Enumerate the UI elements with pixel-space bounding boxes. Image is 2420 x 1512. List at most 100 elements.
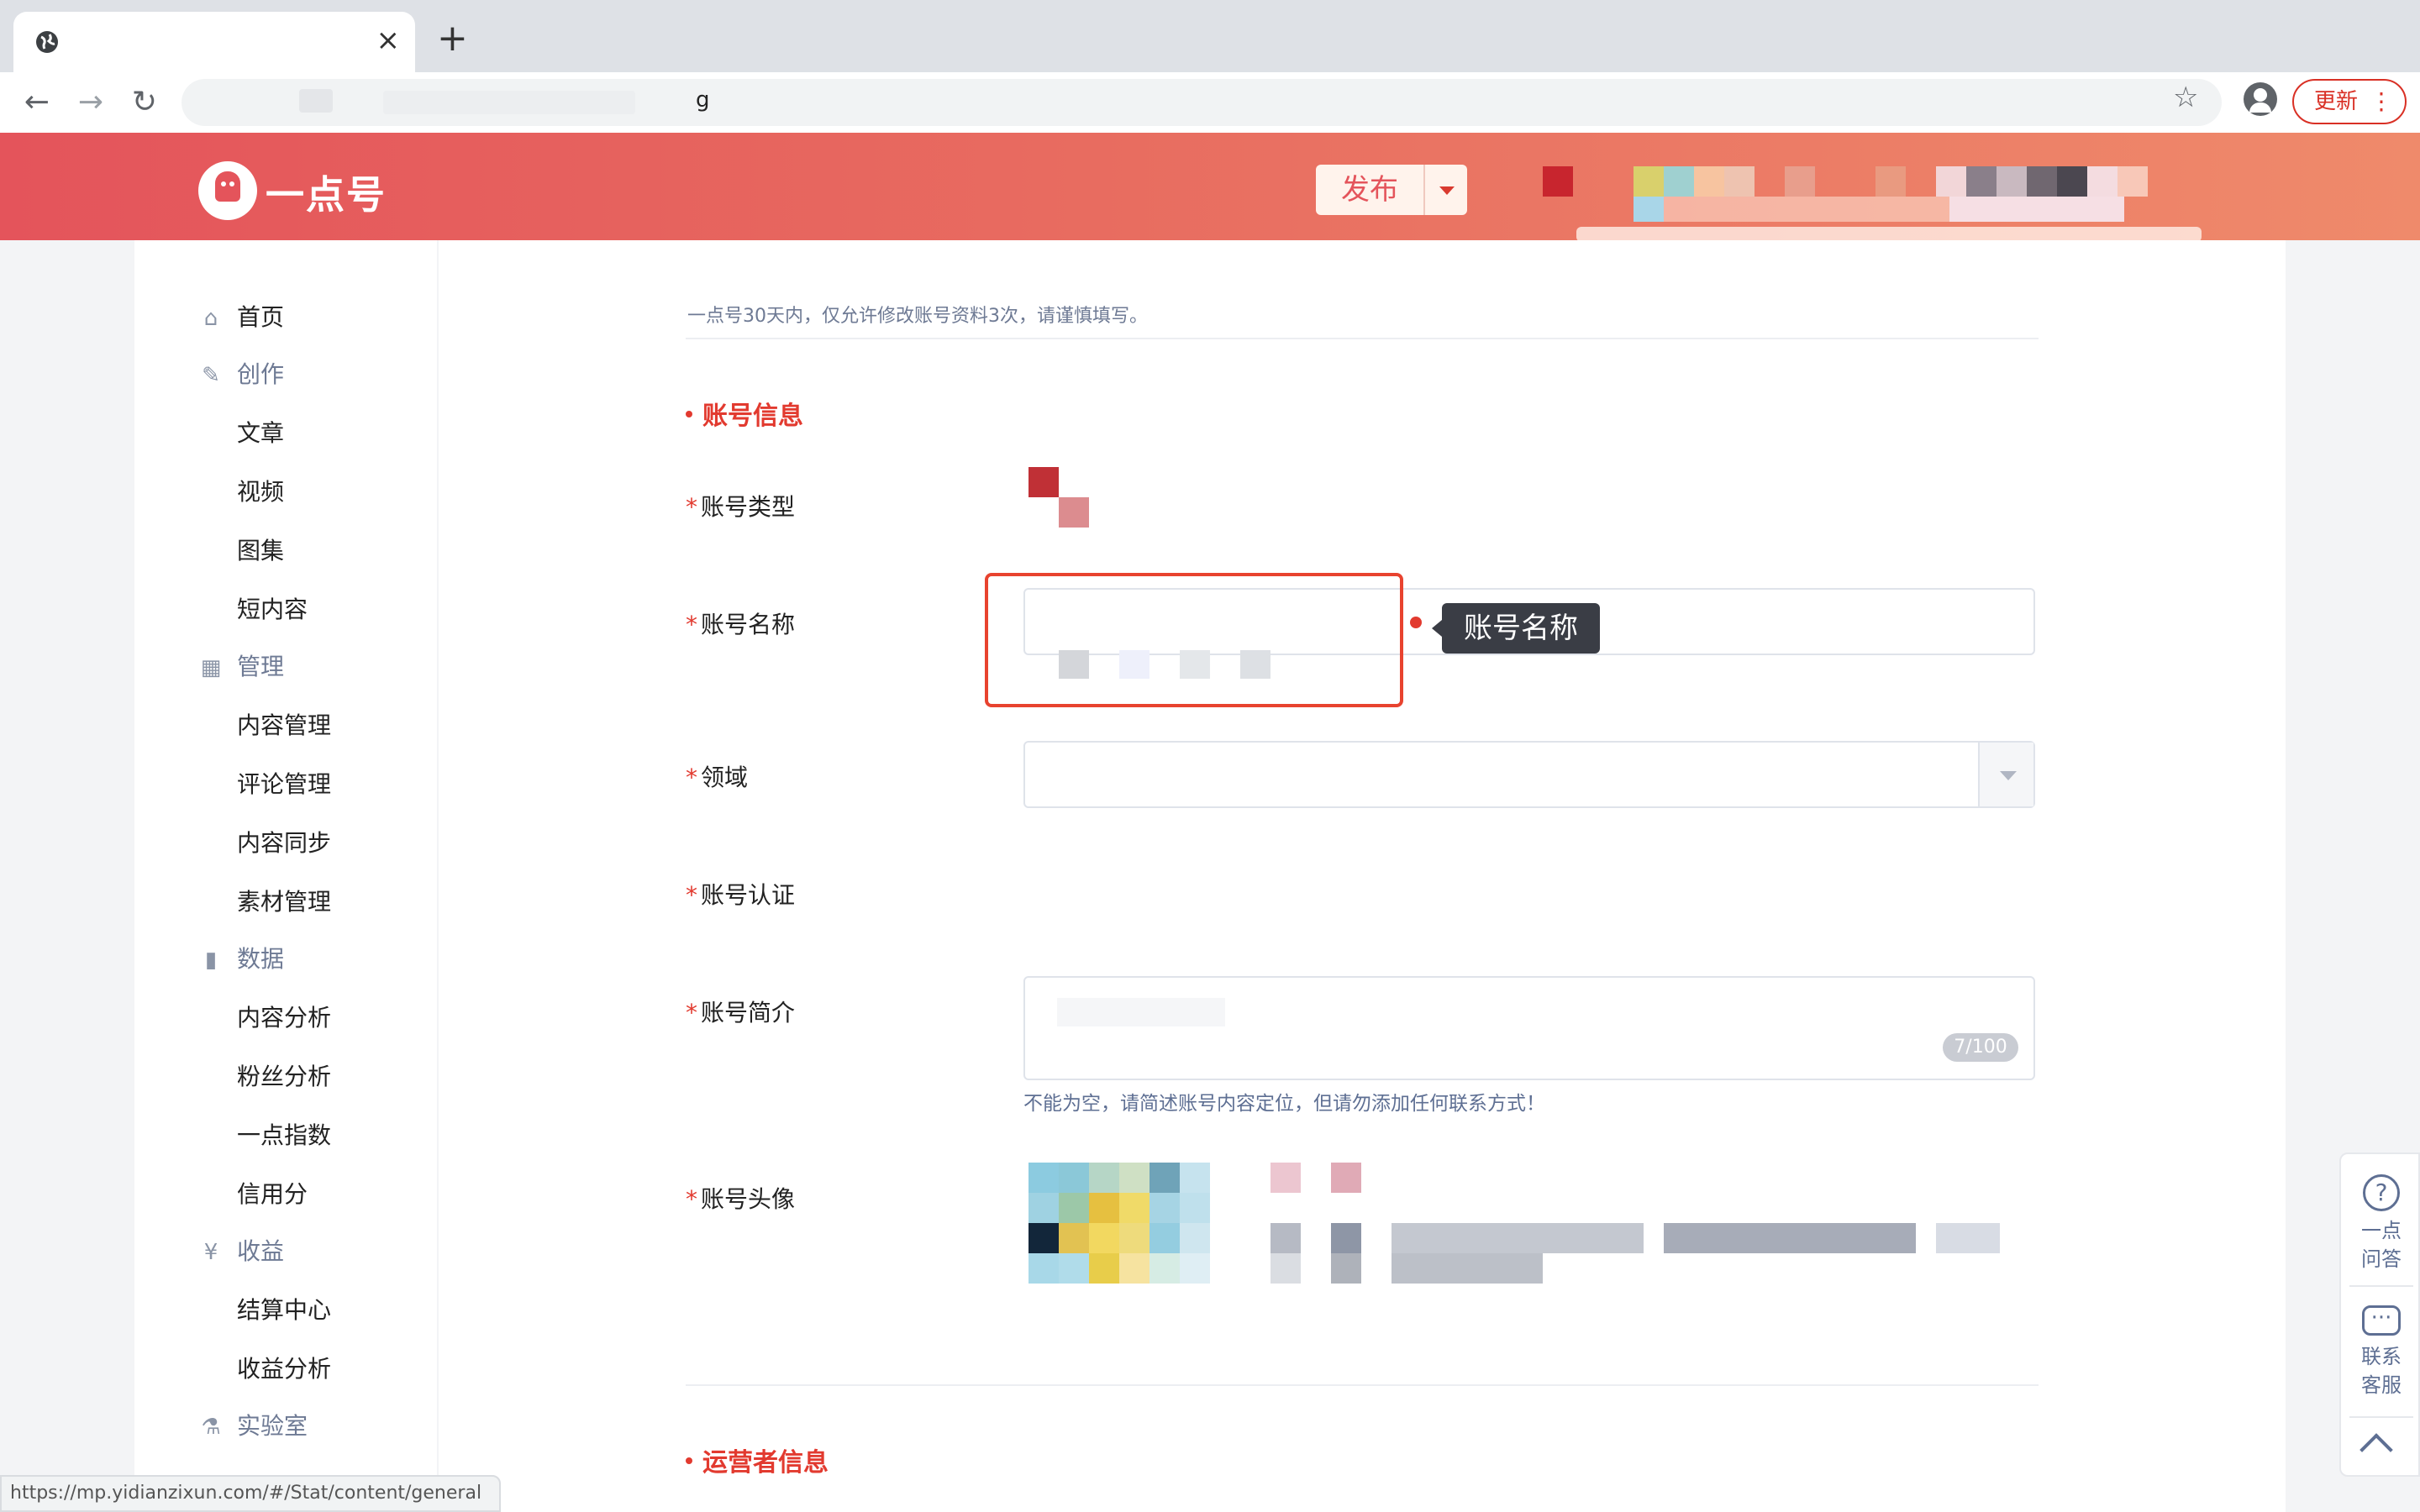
sidebar-item-label: 评论管理	[237, 770, 332, 798]
intro-hint-text: 不能为空，请简述账号内容定位，但请勿添加任何联系方式！	[1023, 1093, 1545, 1115]
intro-char-counter: 7/100	[1943, 1033, 2018, 1062]
dropdown-arrow-icon[interactable]	[1978, 743, 2033, 806]
blurred-user-avatar[interactable]	[1543, 166, 1573, 197]
logo-icon[interactable]	[198, 161, 257, 220]
qa-label-line2: 问答	[2361, 1247, 2402, 1271]
sidebar-item-label: 一点指数	[237, 1121, 332, 1149]
browser-tab[interactable]: ×	[13, 12, 415, 72]
customer-service-button[interactable]: ··· 联系 客服	[2341, 1305, 2420, 1399]
sidebar-item-index[interactable]: 一点指数	[134, 1119, 437, 1152]
blurred-user-info	[1694, 166, 1724, 197]
browser-update-button[interactable]: 更新 ⋮	[2292, 79, 2407, 124]
qa-button[interactable]: ? 一点 问答	[2341, 1174, 2420, 1273]
avatar-image[interactable]	[1028, 1163, 1244, 1284]
sidebar-item-manage[interactable]: ▦ 管理	[134, 650, 437, 684]
sidebar-item-content-sync[interactable]: 内容同步	[134, 827, 437, 860]
sidebar-item-article[interactable]: 文章	[134, 417, 437, 450]
logo-text[interactable]: 一点号	[266, 165, 387, 220]
label-account-name: * 账号名称	[686, 611, 796, 638]
sidebar-item-label: 实验室	[237, 1412, 308, 1440]
sidebar-item-label: 收益	[237, 1237, 285, 1265]
reload-icon[interactable]: ↻	[124, 82, 165, 123]
section-title-account-info: 账号信息	[686, 395, 803, 432]
blurred-user-info	[2027, 166, 2057, 197]
sidebar-item-revenue-analysis[interactable]: 收益分析	[134, 1352, 437, 1386]
publish-dropdown-arrow-icon[interactable]	[1423, 165, 1467, 215]
divider	[2349, 1416, 2413, 1418]
question-icon: ?	[2363, 1174, 2400, 1211]
publish-button[interactable]: 发布	[1316, 165, 1467, 215]
sidebar-item-material-manage[interactable]: 素材管理	[134, 885, 437, 919]
sidebar-item-video[interactable]: 视频	[134, 475, 437, 509]
sidebar-item-create[interactable]: ✎ 创作	[134, 358, 437, 391]
url-text: g	[696, 87, 710, 113]
main-content: 一点号30天内，仅允许修改账号资料3次，请谨慎填写。 账号信息 * 账号类型 * 账…	[439, 240, 2286, 1512]
sidebar-item-label: 图集	[237, 537, 285, 564]
sidebar-item-label: 内容管理	[237, 711, 332, 739]
scroll-to-top-chevron-icon[interactable]	[2360, 1433, 2393, 1467]
blurred-user-info	[1724, 166, 1754, 197]
qa-label-line1: 一点	[2361, 1219, 2402, 1242]
divider	[686, 1384, 2039, 1386]
label-domain: * 领域	[686, 764, 749, 791]
publish-label[interactable]: 发布	[1316, 165, 1423, 215]
tab-close-icon[interactable]: ×	[376, 24, 401, 57]
label-account-intro: * 账号简介	[686, 999, 796, 1026]
yen-icon: ¥	[203, 1240, 218, 1265]
sidebar-item-settlement[interactable]: 结算中心	[134, 1294, 437, 1327]
floating-help-panel: ? 一点 问答 ··· 联系 客服	[2339, 1152, 2420, 1477]
blurred-account-type-value	[1059, 497, 1089, 528]
bullet-dot-icon	[686, 1457, 692, 1464]
sidebar-item-label: 信用分	[237, 1180, 308, 1208]
sidebar-item-gallery[interactable]: 图集	[134, 534, 437, 568]
blurred-intro-value	[1057, 998, 1225, 1026]
account-name-tooltip: 账号名称	[1432, 603, 1600, 654]
blurred-account-type-value	[1028, 467, 1059, 497]
blurred-user-info	[1634, 166, 1664, 197]
cs-label-line2: 客服	[2361, 1373, 2402, 1397]
domain-select[interactable]	[1023, 741, 2035, 808]
sidebar-item-content-manage[interactable]: 内容管理	[134, 709, 437, 743]
menu-dots-icon: ⋮	[2370, 87, 2393, 115]
chat-bubble-icon: ···	[2362, 1305, 2401, 1336]
sidebar-item-label: 内容分析	[237, 1004, 332, 1032]
sidebar-item-label: 内容同步	[237, 829, 332, 857]
sidebar-item-lab[interactable]: ⚗ 实验室	[134, 1410, 437, 1443]
sidebar-item-label: 文章	[237, 419, 285, 447]
blurred-user-info	[1634, 197, 1664, 222]
grid-icon: ▦	[200, 655, 222, 680]
sidebar-item-fans-analysis[interactable]: 粉丝分析	[134, 1060, 437, 1094]
sidebar-item-label: 管理	[237, 653, 285, 680]
sidebar-item-home[interactable]: ⌂ 首页	[134, 301, 437, 334]
sidebar-item-content-analysis[interactable]: 内容分析	[134, 1001, 437, 1035]
sidebar-item-data[interactable]: ▮ 数据	[134, 942, 437, 976]
browser-tab-bar: × +	[0, 0, 2420, 72]
account-name-highlight-box	[985, 573, 1403, 707]
blurred-user-info	[2057, 166, 2087, 197]
blurred-url-block	[299, 89, 333, 113]
globe-icon	[36, 31, 58, 53]
bookmark-star-icon[interactable]: ☆	[2173, 81, 2198, 114]
sidebar-item-revenue[interactable]: ¥ 收益	[134, 1235, 437, 1268]
blurred-user-info	[1949, 197, 2124, 222]
sidebar-item-short-content[interactable]: 短内容	[134, 593, 437, 627]
divider	[686, 338, 2039, 339]
browser-toolbar: ← → ↻ g ☆ 更新 ⋮	[0, 72, 2420, 133]
back-icon[interactable]: ←	[17, 82, 57, 123]
profile-avatar-icon[interactable]	[2244, 82, 2277, 116]
blurred-user-info	[1876, 166, 1906, 197]
home-icon: ⌂	[203, 306, 218, 331]
sidebar-item-comment-manage[interactable]: 评论管理	[134, 768, 437, 801]
sidebar-item-label: 短内容	[237, 596, 308, 623]
update-label: 更新	[2314, 89, 2359, 114]
forward-icon[interactable]: →	[71, 82, 111, 123]
new-tab-button[interactable]: +	[437, 20, 468, 57]
sidebar-item-label: 数据	[237, 945, 285, 973]
account-intro-textarea[interactable]	[1023, 976, 2035, 1080]
cs-label-line1: 联系	[2361, 1345, 2402, 1368]
divider	[2349, 1285, 2413, 1287]
sidebar-item-credit-score[interactable]: 信用分	[134, 1178, 437, 1211]
blurred-user-info	[2087, 166, 2118, 197]
address-bar[interactable]: g	[182, 79, 2222, 126]
blurred-user-info	[1664, 197, 1949, 222]
